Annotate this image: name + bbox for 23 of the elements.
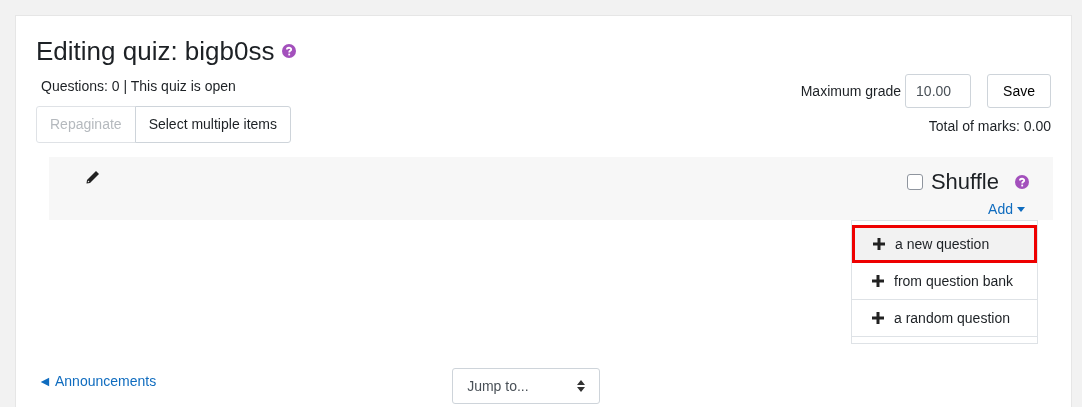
help-icon[interactable] (1015, 175, 1029, 189)
shuffle-checkbox[interactable] (906, 174, 923, 190)
quiz-status: Questions: 0 | This quiz is open (41, 77, 237, 96)
shuffle-label: Shuffle (930, 169, 999, 195)
plus-icon (872, 275, 884, 287)
plus-icon (872, 312, 884, 324)
grade-field[interactable]: 10.00 (905, 74, 972, 108)
field-label: Maximum grade (800, 81, 902, 101)
caret-icon (1017, 207, 1025, 212)
add-link[interactable]: Add (988, 199, 1025, 220)
menu-item[interactable]: a random question (852, 300, 1037, 337)
previous-link[interactable]: ◄ Announcements (38, 371, 157, 392)
page-title: Editing quiz: bigb0ss (36, 35, 275, 68)
total-marks: Total of marks: 0.00 (928, 117, 1051, 136)
save-button[interactable]: Save (987, 74, 1051, 108)
help-icon[interactable] (282, 44, 297, 58)
menu-item[interactable]: from question bank (852, 263, 1037, 300)
select-button[interactable]: Select multiple items (134, 106, 291, 143)
jump-select[interactable]: Jump to... (452, 368, 601, 404)
pencil-icon[interactable] (85, 169, 101, 185)
plus-icon (873, 238, 885, 250)
sort-icon (577, 380, 586, 392)
menu-item[interactable]: a new question (852, 225, 1037, 263)
